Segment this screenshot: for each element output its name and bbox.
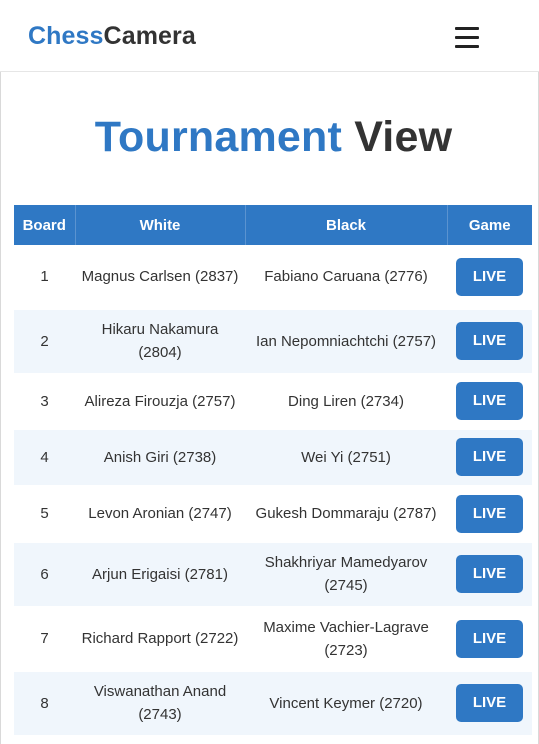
table-row: 5 Levon Aronian (2747) Gukesh Dommaraju … [14, 485, 532, 542]
board-number: 2 [40, 332, 49, 350]
game-cell: LIVE [447, 245, 532, 309]
page-title: Tournament View [0, 113, 539, 162]
board-number: 4 [40, 448, 49, 466]
live-button[interactable]: LIVE [456, 494, 523, 533]
table-header-row: Board White Black Game [14, 205, 532, 245]
white-player: Richard Rapport (2722) [81, 630, 239, 647]
black-player: Ian Nepomniachtchi (2757) [255, 332, 437, 350]
live-button[interactable]: LIVE [456, 257, 523, 296]
black-player: Fabiano Caruana (2776) [264, 268, 428, 286]
live-button[interactable]: LIVE [456, 555, 523, 593]
black-player: Vincent Keymer (2720) [269, 694, 423, 712]
black-player: Maxime Vachier-Lagrave (2723) [263, 618, 429, 659]
header-game: Game [468, 216, 511, 234]
white-player: Magnus Carlsen (2837) [81, 268, 239, 286]
table-row: 6 Arjun Erigaisi (2781) Shakhriyar Mamed… [14, 542, 532, 606]
live-button[interactable]: LIVE [456, 619, 523, 658]
board-number: 3 [40, 392, 49, 410]
white-player: Arjun Erigaisi (2781) [92, 565, 228, 583]
table-row: 7 Richard Rapport (2722) Maxime Vachier-… [14, 606, 532, 671]
board-number: 8 [40, 694, 49, 712]
game-cell: LIVE [447, 485, 532, 542]
black-player: Ding Liren (2734) [288, 392, 404, 410]
tournament-table: Board White Black Game 1 Magnus Carlsen … [14, 205, 532, 736]
white-player: Viswanathan Anand (2743) [93, 683, 227, 723]
table-row: 3 Alireza Firouzja (2757) Ding Liren (27… [14, 373, 532, 429]
black-player: Shakhriyar Mamedyarov (2745) [264, 554, 428, 594]
live-button[interactable]: LIVE [456, 322, 523, 360]
game-cell: LIVE [447, 606, 532, 671]
hamburger-menu-icon[interactable] [455, 26, 479, 48]
live-button[interactable]: LIVE [456, 438, 523, 476]
black-player: Gukesh Dommaraju (2787) [255, 505, 437, 522]
board-number: 5 [40, 505, 49, 522]
brand-logo[interactable]: ChessCamera [28, 22, 196, 51]
white-player: Alireza Firouzja (2757) [84, 392, 236, 410]
header-board: Board [14, 205, 76, 245]
game-cell: LIVE [447, 671, 532, 735]
white-player: Hikaru Nakamura (2804) [101, 321, 219, 361]
board-number: 7 [40, 630, 49, 647]
header-black: Black [245, 205, 448, 245]
game-cell: LIVE [447, 542, 532, 606]
board-number: 6 [40, 565, 49, 583]
live-button[interactable]: LIVE [456, 684, 523, 722]
board-number: 1 [40, 268, 49, 286]
page-title-part2: View [354, 113, 453, 161]
game-cell: LIVE [447, 309, 532, 373]
table-row: 2 Hikaru Nakamura (2804) Ian Nepomniacht… [14, 309, 532, 373]
brand-logo-part1: Chess [28, 22, 104, 50]
table-row: 4 Anish Giri (2738) Wei Yi (2751) LIVE [14, 429, 532, 485]
page-title-part1: Tournament [94, 113, 343, 161]
table-row: 8 Viswanathan Anand (2743) Vincent Keyme… [14, 671, 532, 735]
navbar: ChessCamera [0, 0, 539, 72]
black-player: Wei Yi (2751) [301, 448, 391, 466]
game-cell: LIVE [447, 373, 532, 429]
live-button[interactable]: LIVE [456, 382, 523, 420]
table-row: 1 Magnus Carlsen (2837) Fabiano Caruana … [14, 245, 532, 309]
game-cell: LIVE [447, 429, 532, 485]
white-player: Anish Giri (2738) [103, 448, 217, 466]
brand-logo-part2: Camera [103, 22, 196, 50]
header-white: White [75, 205, 246, 245]
white-player: Levon Aronian (2747) [88, 505, 232, 522]
